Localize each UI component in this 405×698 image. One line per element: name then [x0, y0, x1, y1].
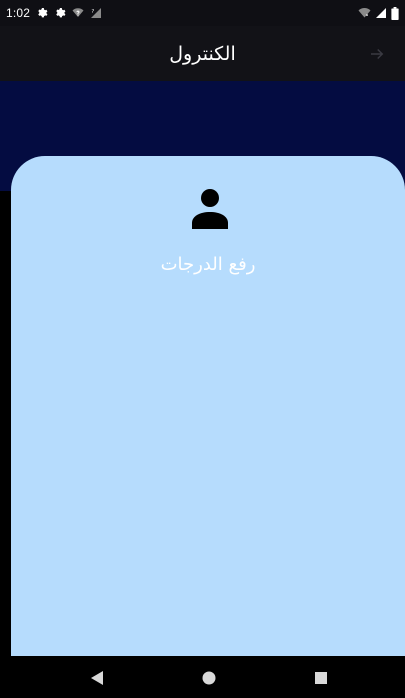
- arrow-right-icon[interactable]: [367, 44, 387, 64]
- app-screen: 1:02 ? الكنترول رفع الدرجات: [0, 0, 405, 698]
- back-triangle-icon[interactable]: [87, 668, 107, 688]
- status-right-group: [358, 6, 399, 20]
- upload-grades-label[interactable]: رفع الدرجات: [11, 254, 405, 275]
- svg-text:?: ?: [92, 9, 95, 15]
- wifi-question-icon: [72, 7, 84, 19]
- recents-square-icon[interactable]: [311, 668, 331, 688]
- settings-gear-icon: [36, 7, 48, 19]
- app-bar: الكنترول: [0, 26, 405, 81]
- person-icon[interactable]: [190, 187, 230, 229]
- content-card: [11, 156, 405, 656]
- status-bar: 1:02 ?: [0, 0, 405, 26]
- battery-icon: [391, 6, 399, 20]
- page-title: الكنترول: [169, 42, 236, 65]
- no-signal-icon: ?: [90, 7, 102, 19]
- status-left-group: 1:02 ?: [6, 6, 102, 20]
- settings-gear-icon: [54, 7, 66, 19]
- wifi-icon: [358, 7, 371, 19]
- status-time: 1:02: [6, 6, 31, 20]
- home-circle-icon[interactable]: [199, 668, 219, 688]
- cellular-signal-icon: [375, 7, 387, 19]
- system-nav-bar: [0, 656, 405, 698]
